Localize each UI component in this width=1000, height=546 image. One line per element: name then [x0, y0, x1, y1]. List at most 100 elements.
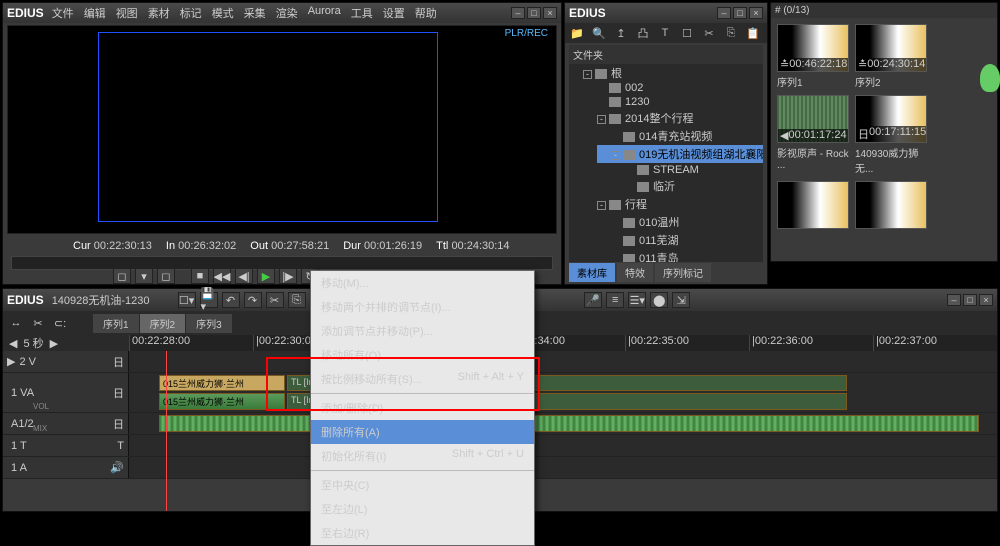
play-button[interactable]: ▶ — [257, 268, 275, 284]
mark-out-button[interactable]: ◻ — [157, 268, 175, 284]
menu-视图[interactable]: 视图 — [116, 5, 138, 21]
tree-item[interactable]: 1230 — [597, 95, 763, 109]
search-icon[interactable]: 🔍 — [591, 26, 607, 40]
tool2-button[interactable]: ☰▾ — [628, 292, 646, 308]
tl-maximize-button[interactable]: □ — [963, 294, 977, 306]
timeline-ruler[interactable]: 00:22:28:00|00:22:30:00|00:22:32:00|00:2… — [129, 335, 997, 351]
clip[interactable]: 015兰州威力狮·兰州 — [159, 393, 285, 410]
context-menu-item[interactable]: 添加/删除(D) — [311, 396, 534, 420]
menu-编辑[interactable]: 编辑 — [84, 5, 106, 21]
playhead[interactable] — [166, 351, 167, 511]
tree-item[interactable]: -2014整个行程 — [597, 109, 763, 127]
copy-tl-button[interactable]: ⎘ — [288, 292, 306, 308]
tl-close-button[interactable]: × — [979, 294, 993, 306]
bin-thumb[interactable]: ◀00:01:17:24影视原声 - Rock ... — [777, 95, 849, 175]
menu-文件[interactable]: 文件 — [52, 5, 74, 21]
sequence-tab[interactable]: 序列1 — [93, 314, 139, 333]
mark-in-button[interactable]: ◻ — [113, 268, 131, 284]
context-menu-item[interactable]: 移动(M)... — [311, 271, 534, 295]
root-folder[interactable]: 根 — [611, 68, 622, 80]
mic-button[interactable]: 🎤 — [584, 292, 602, 308]
track-header[interactable]: A1/2日MIX — [3, 413, 129, 434]
menu-工具[interactable]: 工具 — [351, 5, 373, 21]
context-menu[interactable]: 移动(M)...移动两个并排的调节点(I)...添加调节点并移动(P)...移动… — [310, 270, 535, 546]
context-menu-item[interactable]: 移动所有(O)... — [311, 343, 534, 367]
bin-thumb[interactable]: ≛00:24:30:14序列2 — [855, 24, 927, 89]
save-button[interactable]: 💾▾ — [200, 292, 218, 308]
tree-item[interactable]: 011青岛 — [597, 249, 763, 262]
export-button[interactable]: ⇲ — [672, 292, 690, 308]
rew-button[interactable]: ◀◀ — [213, 268, 231, 284]
undo-button[interactable]: ↶ — [222, 292, 240, 308]
up-icon[interactable]: ↥ — [613, 26, 629, 40]
minimize-button-2[interactable]: – — [717, 7, 731, 19]
close-button-2[interactable]: × — [749, 7, 763, 19]
track-body[interactable] — [129, 351, 997, 372]
track-header[interactable]: 1 VA日VOL — [3, 373, 129, 412]
tree-item[interactable]: 011芜湖 — [597, 231, 763, 249]
copy-icon[interactable]: ⎘ — [723, 26, 739, 40]
tl-minimize-button[interactable]: – — [947, 294, 961, 306]
scale-left-button[interactable]: ◀ — [9, 337, 17, 350]
close-button[interactable]: × — [543, 7, 557, 19]
menu-渲染[interactable]: 渲染 — [276, 5, 298, 21]
project-tab[interactable]: 特效 — [617, 263, 653, 282]
text-icon[interactable]: T — [657, 26, 673, 40]
context-menu-item[interactable]: 初始化所有(I)Shift + Ctrl + U — [311, 444, 534, 468]
magnet-icon[interactable]: ⊂: — [51, 315, 69, 331]
track-body[interactable] — [129, 435, 997, 456]
tree-item[interactable]: 010温州 — [597, 213, 763, 231]
stop-button[interactable]: ■ — [191, 268, 209, 284]
tree-item[interactable]: STREAM — [597, 163, 763, 177]
track-header[interactable]: 1 A🔊 — [3, 457, 129, 478]
menu-帮助[interactable]: 帮助 — [415, 5, 437, 21]
expand-toggle[interactable]: - — [583, 70, 592, 79]
context-menu-item[interactable]: 移动两个并排的调节点(I)... — [311, 295, 534, 319]
folder-icon[interactable]: 📁 — [569, 26, 585, 40]
new-seq-button[interactable]: ☐▾ — [178, 292, 196, 308]
track-header[interactable]: 1 TT — [3, 435, 129, 456]
menu-采集[interactable]: 采集 — [244, 5, 266, 21]
maximize-button-2[interactable]: □ — [733, 7, 747, 19]
tree-item[interactable]: 014青充站视频 — [597, 127, 763, 145]
project-tab[interactable]: 素材库 — [569, 263, 615, 282]
redo-button[interactable]: ↷ — [244, 292, 262, 308]
bin-thumb[interactable]: 日00:17:11:15140930威力狮无... — [855, 95, 927, 175]
menu-素材[interactable]: 素材 — [148, 5, 170, 21]
menu-设置[interactable]: 设置 — [383, 5, 405, 21]
new-icon[interactable]: ☐ — [679, 26, 695, 40]
clip[interactable] — [159, 415, 979, 432]
context-menu-item[interactable]: 添加调节点并移动(P)... — [311, 319, 534, 343]
maximize-button[interactable]: □ — [527, 7, 541, 19]
sequence-tab[interactable]: 序列3 — [186, 314, 232, 333]
track-body[interactable] — [129, 457, 997, 478]
context-menu-item[interactable]: 删除所有(A) — [311, 420, 534, 444]
tree-item[interactable]: 002 — [597, 81, 763, 95]
track-body[interactable] — [129, 413, 997, 434]
cut-icon[interactable]: ✂ — [701, 26, 717, 40]
tool1-button[interactable]: ≡ — [606, 292, 624, 308]
menu-标记[interactable]: 标记 — [180, 5, 202, 21]
prev-button[interactable]: ◀| — [235, 268, 253, 284]
render-button[interactable]: ⬤ — [650, 292, 668, 308]
ripple-icon[interactable]: ↔ — [7, 315, 25, 331]
import-icon[interactable]: 凸 — [635, 26, 651, 40]
snap-icon[interactable]: ✂ — [29, 315, 47, 331]
bin-thumb[interactable] — [855, 181, 927, 229]
track-body[interactable]: 015兰州威力狮·兰州TL [In:00:00:30:10 Out:00:00:… — [129, 373, 997, 412]
tree-item[interactable]: -019无机油视频组湖北襄阳 — [597, 145, 763, 163]
scale-right-button[interactable]: ▶ — [50, 337, 58, 350]
expand-toggle[interactable]: - — [597, 115, 606, 124]
tree-item[interactable]: -行程 — [597, 195, 763, 213]
bin-thumb[interactable] — [777, 181, 849, 229]
menu-模式[interactable]: 模式 — [212, 5, 234, 21]
minimize-button[interactable]: – — [511, 7, 525, 19]
cut-tl-button[interactable]: ✂ — [266, 292, 284, 308]
clip[interactable]: 015兰州威力狮·兰州 — [159, 375, 285, 391]
tree-item[interactable]: 临沂 — [597, 177, 763, 195]
next-button[interactable]: |▶ — [279, 268, 297, 284]
project-tab[interactable]: 序列标记 — [655, 263, 711, 282]
menu-Aurora[interactable]: Aurora — [308, 5, 341, 21]
mark-button[interactable]: ▾ — [135, 268, 153, 284]
folder-tree[interactable]: 文件夹 -根 0021230-2014整个行程014青充站视频-019无机油视频… — [569, 45, 763, 262]
